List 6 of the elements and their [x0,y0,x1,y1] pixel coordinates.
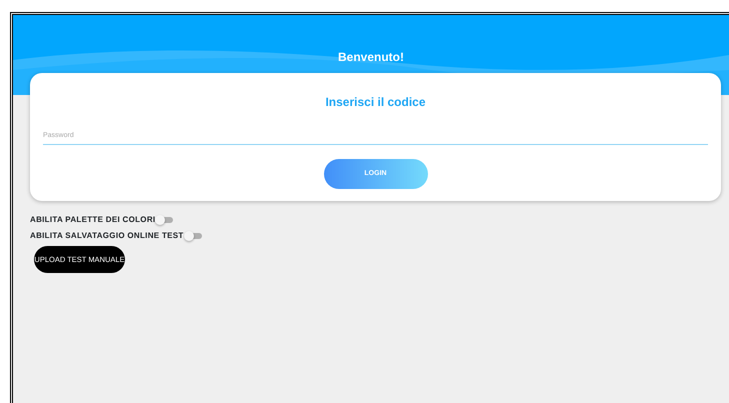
toggle-label: ABILITA PALETTE DEI COLORI [30,214,156,226]
toggle-switch[interactable] [155,215,176,225]
toggle-switch[interactable] [184,231,204,241]
toggle-label: ABILITA SALVATAGGIO ONLINE TEST [30,230,184,242]
welcome-title: Benvenuto! [337,49,405,66]
card-title: Inserisci il codice [324,94,427,111]
